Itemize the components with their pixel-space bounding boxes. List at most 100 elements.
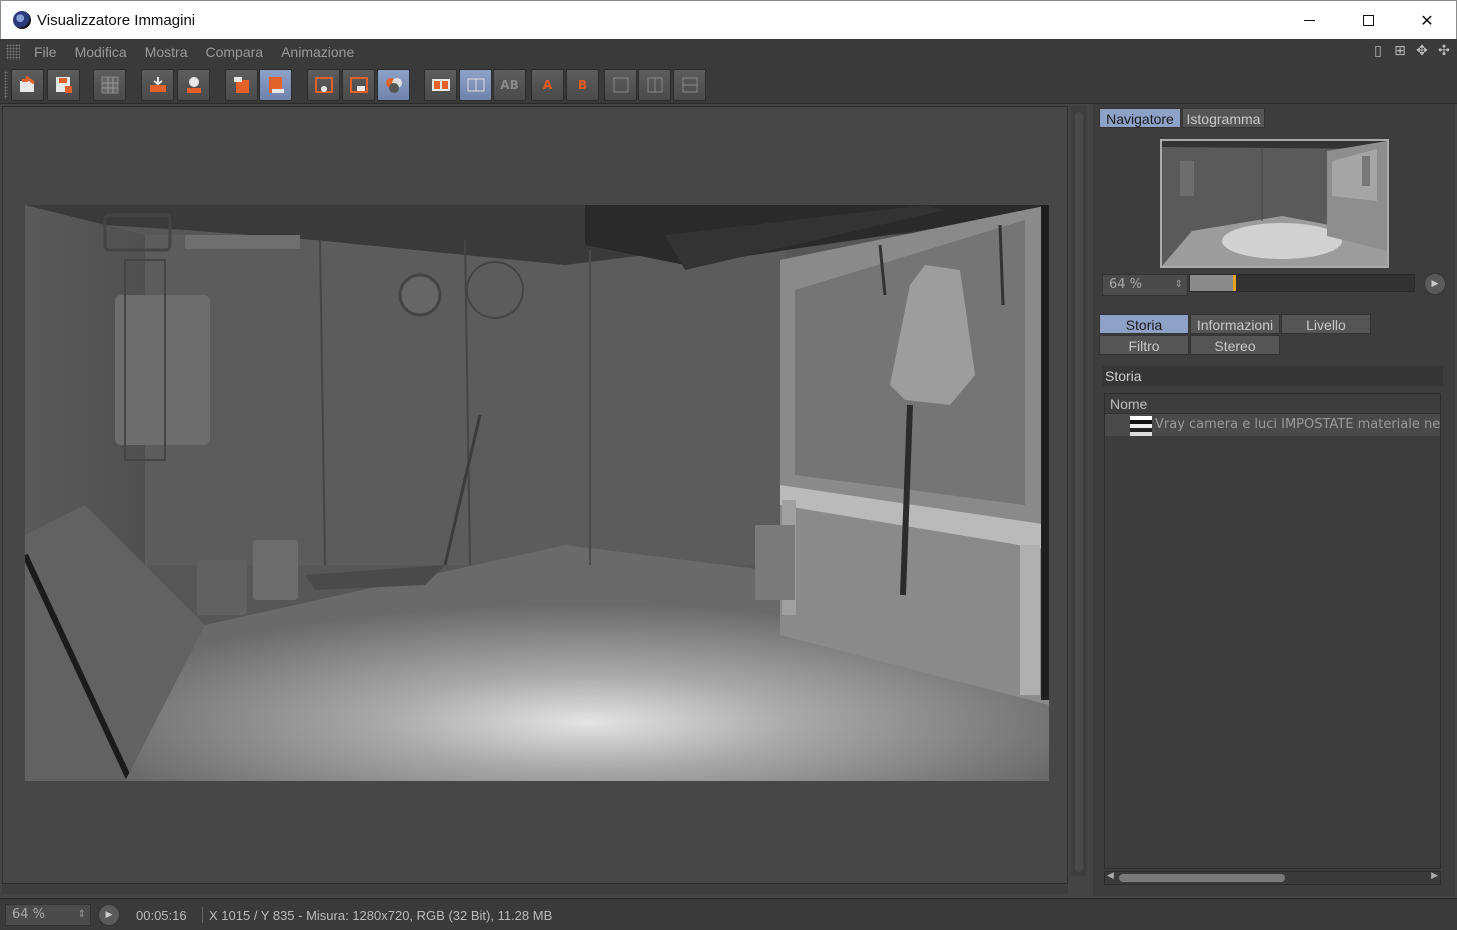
toolbar: AB A B [0, 65, 1457, 104]
minimize-button[interactable] [1286, 1, 1332, 39]
status-zoom-spinner-icon[interactable]: ⇕ [78, 905, 86, 925]
status-zoom-field[interactable]: 64 % ⇕ [5, 904, 91, 926]
viewport-horizontal-scrollbar[interactable] [2, 884, 1068, 894]
compare-diff-label: AB [500, 78, 519, 92]
section-title: Storia [1102, 366, 1443, 386]
channels-button[interactable] [377, 69, 410, 101]
panel-layout-icon[interactable]: ▯ [1369, 42, 1387, 60]
status-play-icon: ▶ [105, 910, 113, 920]
render-time: 00:05:16 [136, 908, 187, 923]
viewport-vertical-scrollbar[interactable] [1071, 106, 1087, 876]
delete-button[interactable] [225, 69, 258, 101]
move-icon[interactable]: ✥ [1413, 42, 1431, 60]
camera-icon [349, 77, 368, 93]
user-button[interactable] [177, 69, 210, 101]
status-zoom-value: 64 % [12, 907, 46, 922]
grid-icon [101, 76, 118, 94]
history-scroll-thumb[interactable] [1119, 874, 1285, 882]
close-icon: ✕ [1420, 10, 1434, 30]
frames-icon [647, 77, 662, 93]
split-icon [467, 78, 484, 92]
layout-controls: ▯ ⊞ ✥ ✣ [1369, 42, 1453, 60]
tab-filtro[interactable]: Filtro [1099, 335, 1189, 355]
compare-split-button[interactable] [459, 69, 492, 101]
history-horizontal-scrollbar[interactable]: ◀ ▶ [1104, 871, 1441, 885]
frame-icon [613, 77, 628, 93]
view-option-3-button[interactable] [673, 69, 706, 101]
menu-animazione[interactable]: Animazione [281, 44, 354, 60]
menu-file[interactable]: File [34, 44, 57, 60]
rendered-image [25, 205, 1049, 781]
view-option-2-button[interactable] [638, 69, 671, 101]
export-button[interactable] [259, 69, 292, 101]
image-info: X 1015 / Y 835 - Misura: 1280x720, RGB (… [209, 908, 553, 923]
navigator-play-button[interactable]: ▶ [1424, 273, 1446, 295]
set-a-label: A [542, 78, 553, 92]
region-icon [314, 77, 333, 93]
right-panel: Navigatore Istogramma 64 % ⇕ ▶ Storia In… [1093, 104, 1455, 896]
minimize-icon [1303, 19, 1315, 21]
new-panel-icon[interactable]: ⊞ [1391, 42, 1409, 60]
compare-ab-icon [431, 79, 450, 91]
tab-livello[interactable]: Livello [1281, 314, 1371, 334]
zoom-slider-knob[interactable] [1233, 275, 1236, 291]
app-icon [13, 11, 31, 29]
title-bar: Visualizzatore Immagini ✕ [0, 0, 1457, 39]
grid-button[interactable] [93, 69, 126, 101]
open-icon [19, 75, 35, 92]
region-render-button[interactable] [342, 69, 375, 101]
tab-informazioni[interactable]: Informazioni [1190, 314, 1280, 334]
tab-stereo[interactable]: Stereo [1190, 335, 1280, 355]
navigator-preview-image [1162, 141, 1387, 266]
navigator-zoom-slider[interactable] [1189, 274, 1415, 292]
set-a-button[interactable]: A [531, 69, 564, 101]
menu-modifica[interactable]: Modifica [75, 44, 127, 60]
tab-storia[interactable]: Storia [1099, 314, 1189, 334]
window-title: Visualizzatore Immagini [37, 12, 196, 29]
tab-istogramma[interactable]: Istogramma [1182, 108, 1265, 128]
scroll-right-icon[interactable]: ▶ [1431, 871, 1438, 881]
navigator-preview[interactable] [1160, 139, 1389, 268]
maximize-icon [1362, 14, 1374, 26]
viewport-scroll-thumb[interactable] [1075, 112, 1083, 872]
tab-navigatore[interactable]: Navigatore [1099, 108, 1181, 128]
play-icon: ▶ [1431, 279, 1439, 289]
export-icon [268, 77, 284, 93]
stack-button[interactable] [141, 69, 174, 101]
set-b-label: B [577, 78, 588, 92]
view-option-1-button[interactable] [604, 69, 637, 101]
compare-ab-button[interactable] [424, 69, 457, 101]
zoom-spinner-icon[interactable]: ⇕ [1175, 275, 1183, 295]
stack-icon [149, 77, 166, 92]
open-button[interactable] [11, 69, 44, 101]
status-bar: 64 % ⇕ ▶ 00:05:16 X 1015 / Y 835 - Misur… [0, 898, 1457, 930]
set-b-button[interactable]: B [566, 69, 599, 101]
save-button[interactable] [47, 69, 80, 101]
menu-mostra[interactable]: Mostra [145, 44, 188, 60]
maximize-button[interactable] [1345, 1, 1391, 39]
compare-diff-button[interactable]: AB [493, 69, 526, 101]
scroll-left-icon[interactable]: ◀ [1107, 871, 1114, 881]
layers-icon [682, 77, 697, 93]
list-item[interactable]: Vray camera e luci IMPOSTATE materiale n… [1105, 414, 1440, 436]
user-icon [186, 77, 201, 93]
menu-items: File Modifica Mostra Compara Animazione [34, 44, 372, 60]
list-item-label: Vray camera e luci IMPOSTATE materiale n… [1155, 417, 1440, 432]
zoom-slider-fill [1190, 275, 1233, 291]
resize-icon[interactable]: ✣ [1435, 42, 1453, 60]
history-list[interactable]: Nome Vray camera e luci IMPOSTATE materi… [1104, 393, 1441, 869]
menu-grip-icon[interactable] [6, 44, 20, 60]
delete-icon [233, 77, 249, 93]
column-header-nome[interactable]: Nome [1105, 394, 1440, 414]
toolbar-grip[interactable] [4, 71, 8, 99]
menu-compara[interactable]: Compara [206, 44, 264, 60]
status-divider [202, 907, 203, 923]
navigator-zoom-field[interactable]: 64 % ⇕ [1102, 274, 1188, 296]
save-icon [55, 77, 72, 93]
menu-bar: File Modifica Mostra Compara Animazione … [0, 39, 1457, 65]
close-button[interactable]: ✕ [1404, 1, 1450, 39]
status-play-button[interactable]: ▶ [98, 904, 120, 926]
navigator-zoom-value: 64 % [1109, 277, 1143, 292]
region-button[interactable] [307, 69, 340, 101]
image-viewport[interactable] [2, 106, 1068, 884]
